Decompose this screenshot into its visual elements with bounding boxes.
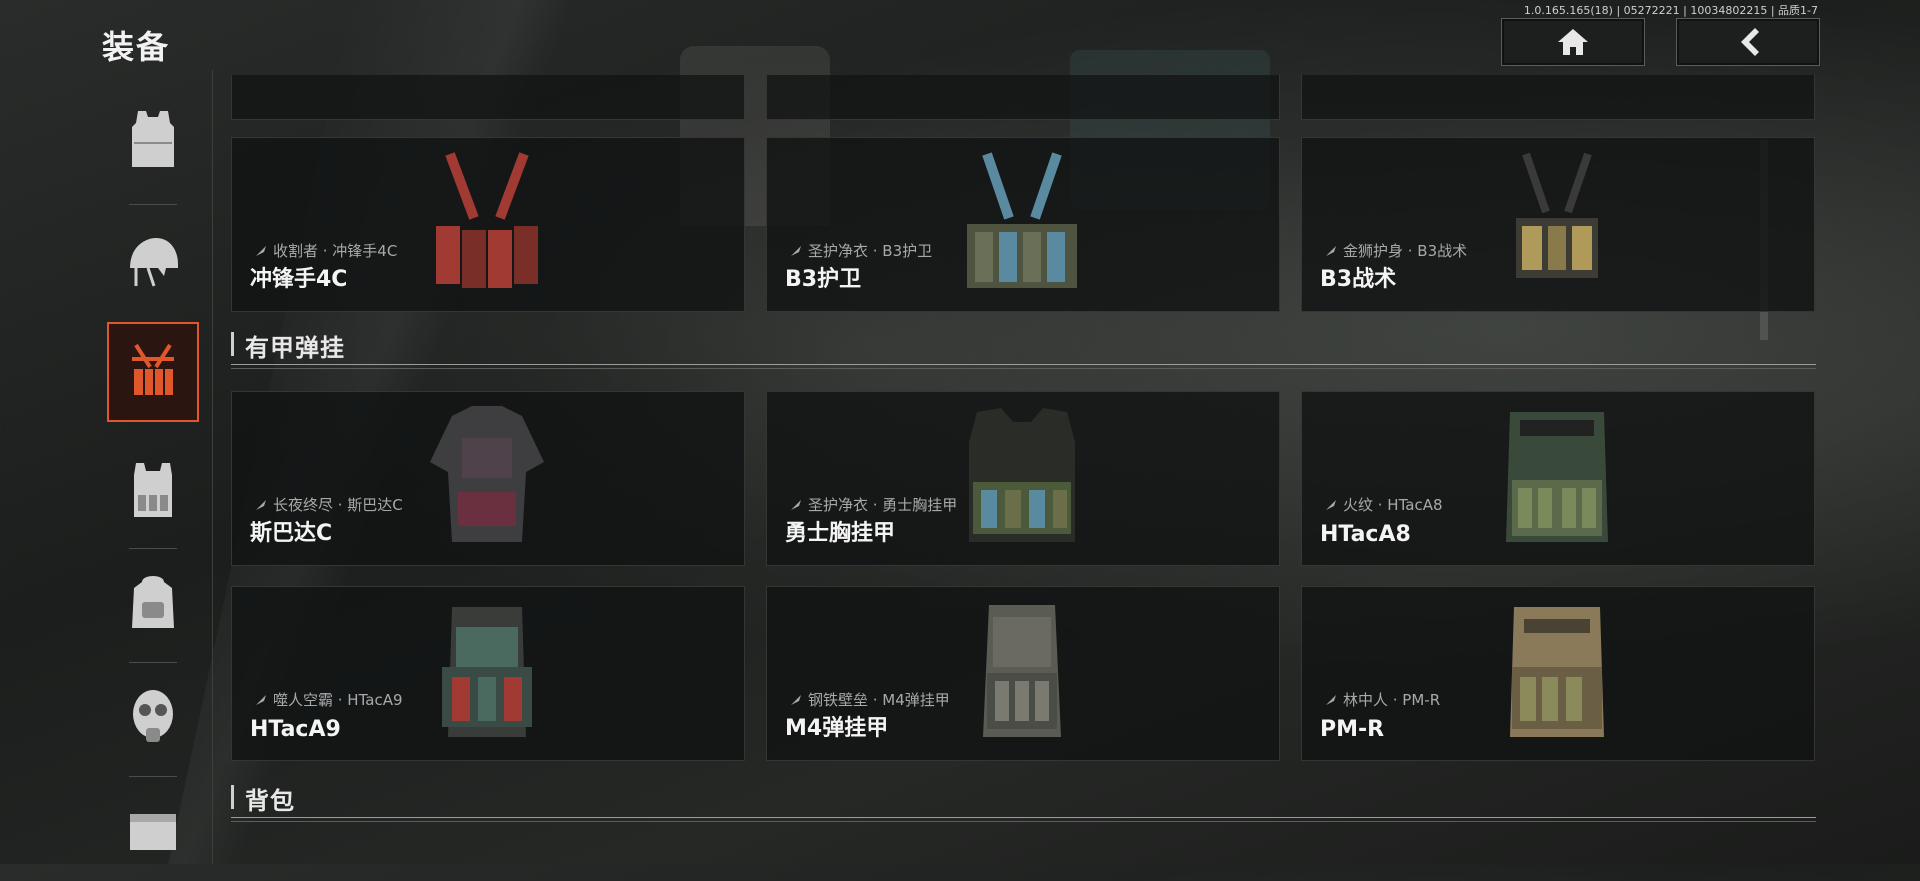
page-title: 装备 [102,28,171,66]
container-icon [130,814,176,850]
item-card[interactable]: 收割者 · 冲锋手4C 冲锋手4C [231,137,745,312]
home-button[interactable] [1501,18,1645,66]
item-name: B3战术 [1320,267,1397,292]
armored-rig-image [1506,412,1608,542]
section-line [231,368,1816,369]
item-card[interactable]: 噬人空霸 · HTacA9 HTacA9 [231,586,745,761]
backpack-icon [132,576,174,628]
armored-rig-image [969,408,1075,542]
section-line [231,817,1816,818]
item-name: B3护卫 [785,267,862,292]
rail-separator [129,776,177,777]
body-armor-icon [132,111,174,167]
armored-rig-image [1510,607,1604,737]
chest-rig-icon [132,343,174,395]
item-name: 冲锋手4C [250,267,348,292]
rail-separator [129,662,177,663]
back-arrow-icon [1741,28,1759,56]
rail-separator [129,204,177,205]
partial-card [766,75,1280,120]
skin-tag-icon [791,499,801,510]
skin-tag-icon [791,245,801,256]
item-card[interactable]: 钢铁壁垒 · M4弹挂甲 M4弹挂甲 [766,586,1280,761]
helmet-icon [130,238,178,287]
armored-rig-icon [134,463,172,517]
item-card[interactable]: 金狮护身 · B3战术 B3战术 [1301,137,1815,312]
partial-card [1301,75,1815,120]
item-skin-label: 长夜终尽 · 斯巴达C [254,494,403,515]
item-name: 斯巴达C [250,521,333,546]
item-skin-label: 林中人 · PM-R [1324,689,1440,710]
section-header-backpack: 背包 [231,775,1816,822]
item-card[interactable]: 林中人 · PM-R PM-R [1301,586,1815,761]
item-name: HTacA8 [1320,522,1411,547]
item-skin-label: 金狮护身 · B3战术 [1324,240,1467,261]
item-name: PM-R [1320,717,1385,742]
armored-rig-image [983,605,1061,737]
category-rail [107,90,199,864]
chest-rig-image [1516,152,1598,278]
item-skin-label: 钢铁壁垒 · M4弹挂甲 [789,689,950,710]
item-card[interactable]: 长夜终尽 · 斯巴达C 斯巴达C [231,391,745,566]
rail-item-armored-rig[interactable] [107,440,199,540]
skin-tag-icon [1326,245,1336,256]
rail-item-helmet[interactable] [107,213,199,313]
section-line [231,821,1816,822]
section-title: 背包 [245,787,295,815]
chest-rig-image [967,152,1077,288]
skin-tag-icon [1326,499,1336,510]
section-marker [231,332,234,356]
section-header-armored-rig: 有甲弹挂 [231,322,1816,369]
rail-item-backpack[interactable] [107,553,199,653]
item-card[interactable]: 火纹 · HTacA8 HTacA8 [1301,391,1815,566]
rail-item-gas-mask[interactable] [107,667,199,767]
item-card[interactable]: 圣护净衣 · 勇士胸挂甲 勇士胸挂甲 [766,391,1280,566]
skin-tag-icon [256,499,266,510]
item-card[interactable]: 圣护净衣 · B3护卫 B3护卫 [766,137,1280,312]
gas-mask-icon [133,690,173,742]
section-title: 有甲弹挂 [245,334,345,362]
home-icon [1558,29,1588,55]
skin-tag-icon [791,694,801,705]
item-name: 勇士胸挂甲 [785,521,896,546]
back-button[interactable] [1676,18,1820,66]
item-skin-label: 收割者 · 冲锋手4C [254,240,397,261]
item-skin-label: 火纹 · HTacA8 [1324,494,1443,515]
equipment-list: 收割者 · 冲锋手4C 冲锋手4C 圣护净衣 · B3护卫 B3护卫 金狮护身 … [231,75,1816,864]
rail-item-body-armor[interactable] [107,90,199,190]
item-skin-label: 噬人空霸 · HTacA9 [254,689,403,710]
item-skin-label: 圣护净衣 · 勇士胸挂甲 [789,494,957,515]
armored-rig-image [430,406,544,542]
armored-rig-image [442,607,532,737]
item-name: M4弹挂甲 [785,716,889,741]
partial-card [231,75,745,120]
section-marker [231,785,234,809]
rail-divider [212,70,213,864]
version-info: 1.0.165.165(18) | 05272221 | 10034802215… [1523,4,1818,17]
skin-tag-icon [1326,694,1336,705]
item-name: HTacA9 [250,717,341,742]
skin-tag-icon [256,245,266,256]
rail-item-chest-rig[interactable] [107,322,199,422]
chest-rig-image [436,152,538,288]
item-skin-label: 圣护净衣 · B3护卫 [789,240,932,261]
rail-separator [129,548,177,549]
rail-item-container[interactable] [107,781,199,881]
section-line [231,364,1816,365]
skin-tag-icon [256,694,266,705]
